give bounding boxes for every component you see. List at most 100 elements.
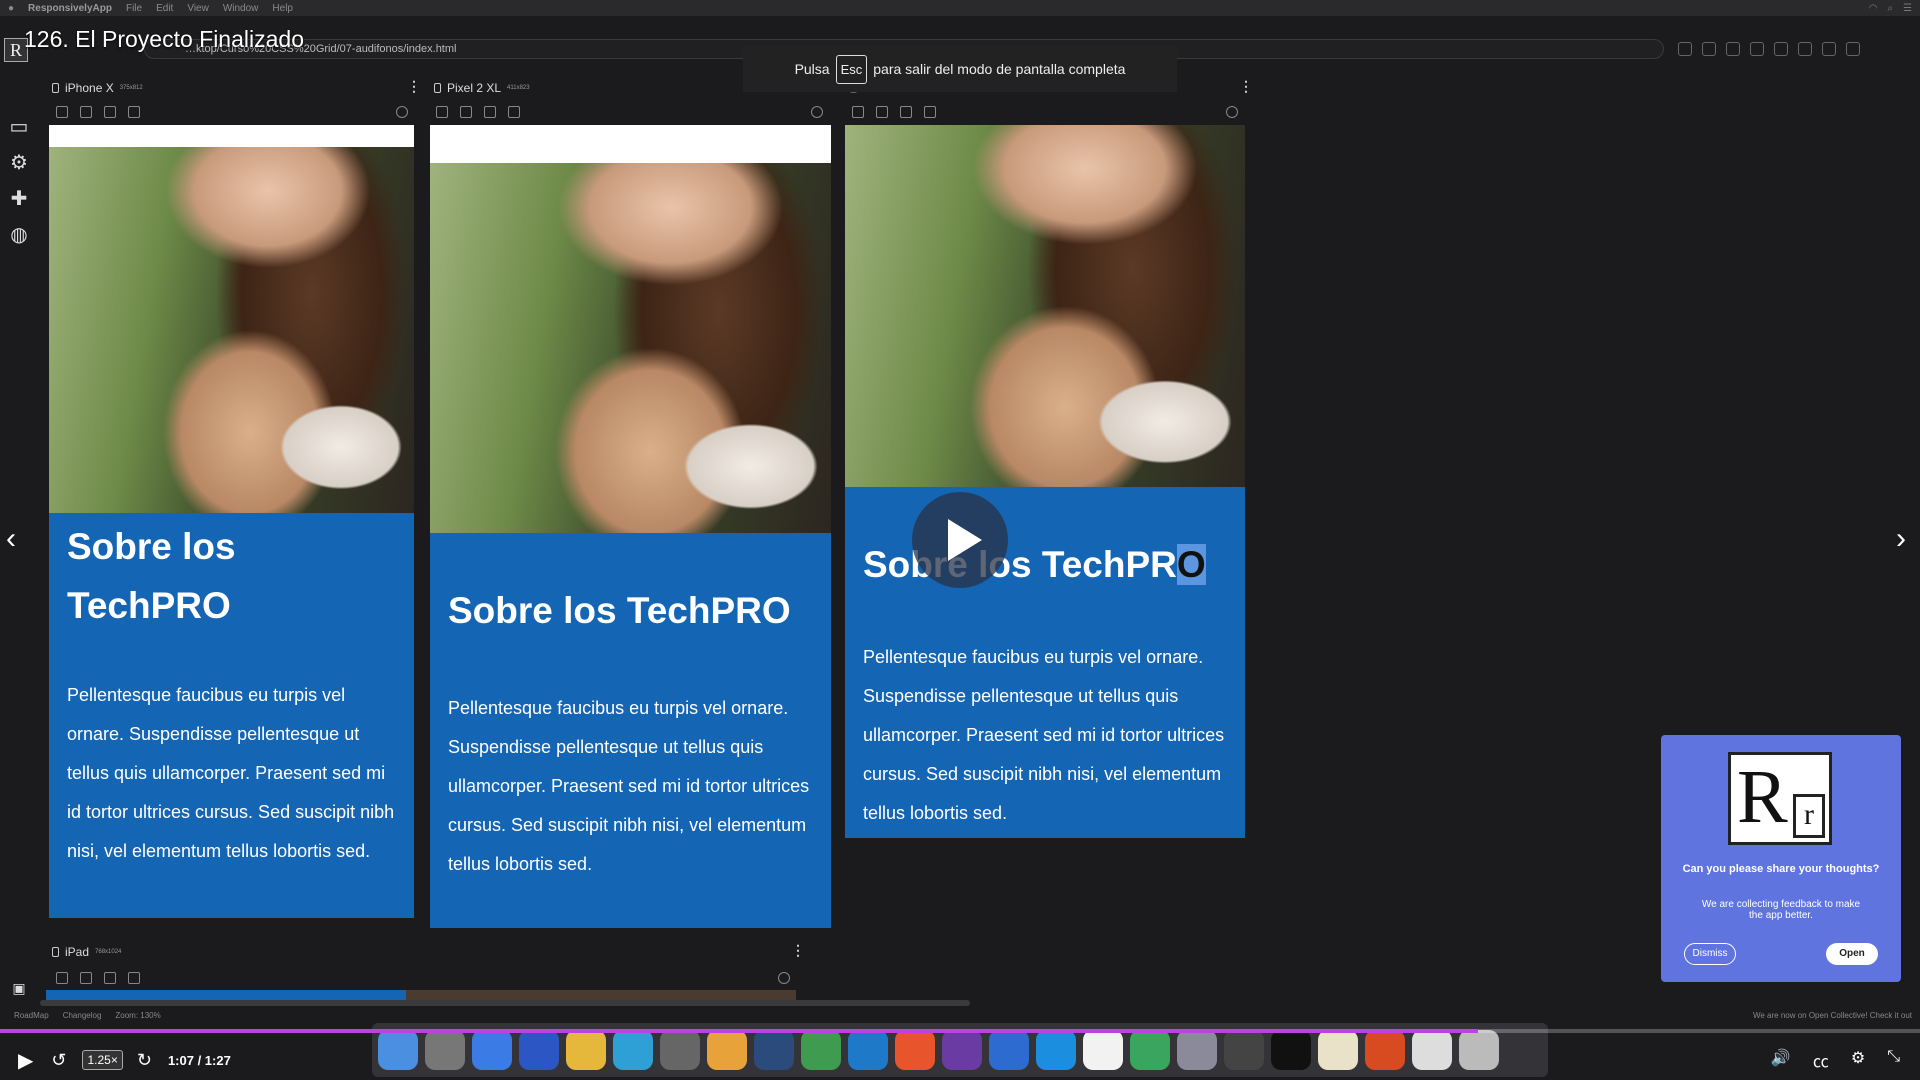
rotate-icon[interactable] (1774, 42, 1788, 56)
menu-view[interactable]: View (187, 3, 209, 14)
device-toolbar (56, 104, 140, 120)
screenshot-icon[interactable] (1702, 42, 1716, 56)
globe-icon[interactable]: ◍ (0, 216, 38, 252)
mac-menu-bar: ● ResponsivelyApp File Edit View Window … (0, 0, 1920, 16)
eyedropper-icon[interactable] (104, 972, 116, 984)
apple-icon[interactable]: ● (8, 3, 14, 14)
zoom-level: Zoom: 130% (115, 1010, 161, 1020)
play-icon[interactable] (912, 492, 1008, 588)
heading-line-2: TechPRO (67, 585, 231, 626)
camera-icon[interactable] (1846, 42, 1860, 56)
page-header (49, 125, 414, 147)
edit-icon[interactable] (924, 106, 936, 118)
feedback-title: Can you please share your thoughts? (1682, 863, 1880, 875)
wifi-icon[interactable]: ◠ (1869, 3, 1878, 14)
play-icon[interactable]: ▶ (18, 1048, 33, 1073)
feedback-card: Rr Can you please share your thoughts? W… (1661, 735, 1901, 982)
screenshot-icon[interactable] (80, 106, 92, 118)
previous-arrow-icon[interactable]: ‹ (6, 522, 16, 556)
menu-window[interactable]: Window (223, 3, 259, 14)
device-toolbar (852, 104, 936, 120)
rotate-icon[interactable] (778, 972, 790, 984)
devices-icon[interactable]: ▭ (0, 108, 38, 144)
screenshot-icon[interactable] (876, 106, 888, 118)
page-body: Pellentesque faucibus eu turpis vel orna… (67, 685, 395, 861)
next-arrow-icon[interactable]: › (1896, 522, 1906, 556)
eyedropper-icon[interactable] (900, 106, 912, 118)
screenshot-icon[interactable] (460, 106, 472, 118)
device-dims: 375x812 (119, 85, 143, 91)
code-icon[interactable] (56, 972, 68, 984)
device-menu-icon[interactable]: ⋮ (1239, 78, 1253, 95)
menu-help[interactable]: Help (272, 3, 293, 14)
text-selection: O (1176, 544, 1206, 585)
gear-icon[interactable]: ⚙ (1851, 1048, 1865, 1072)
feedback-message: We are collecting feedback to make the a… (1701, 899, 1861, 921)
menu-edit[interactable]: Edit (156, 3, 173, 14)
eyedropper-icon[interactable] (484, 106, 496, 118)
code-icon[interactable] (436, 106, 448, 118)
open-collective-notice[interactable]: We are now on Open Collective! Check it … (1753, 1011, 1920, 1020)
playback-speed[interactable]: 1.25× (82, 1050, 123, 1070)
forward-icon[interactable]: ↻ (137, 1050, 152, 1071)
toast-after: para salir del modo de pantalla completa (873, 61, 1126, 77)
screenshot-icon[interactable] (80, 972, 92, 984)
extensions-icon[interactable]: ✚ (0, 180, 38, 216)
open-button[interactable]: Open (1826, 943, 1878, 965)
headphones-photo (49, 147, 414, 513)
device-dims: 411x823 (507, 85, 530, 91)
touch-icon[interactable] (1798, 42, 1812, 56)
heading-text: Sobre los TechPR (863, 544, 1177, 585)
zoom-icon[interactable] (1750, 42, 1764, 56)
tablet-icon (52, 947, 59, 957)
page-heading: Sobre los TechPRO (448, 590, 791, 631)
edit-icon[interactable] (128, 972, 140, 984)
page-body: Pellentesque faucibus eu turpis vel orna… (448, 698, 810, 874)
changelog-link[interactable]: Changelog (63, 1011, 102, 1020)
device-header-ipad: iPad 768x1024 (52, 943, 121, 961)
gift-icon[interactable]: ▣ (0, 970, 38, 1006)
edit-icon[interactable] (128, 106, 140, 118)
eyedropper-icon[interactable] (104, 106, 116, 118)
device-menu-icon[interactable]: ⋮ (407, 78, 421, 95)
bookmark-icon[interactable] (1678, 42, 1692, 56)
left-sidebar: ▭ ⚙ ✚ ◍ (0, 108, 38, 252)
device-dims: 768x1024 (95, 949, 122, 955)
settings-icon[interactable]: ⚙ (0, 144, 38, 180)
replay-icon[interactable]: ↺ (51, 1050, 66, 1071)
captions-icon[interactable]: ㏄ (1813, 1048, 1829, 1072)
roadmap-link[interactable]: RoadMap (14, 1011, 49, 1020)
rotate-icon[interactable] (811, 106, 823, 118)
toast-before: Pulsa (794, 61, 830, 77)
device-name: iPhone X (65, 81, 114, 95)
menu-app-name[interactable]: ResponsivelyApp (28, 3, 112, 14)
device-screen-iphone-x[interactable]: Sobre los TechPRO Pellentesque faucibus … (49, 125, 414, 918)
esc-key: Esc (835, 54, 868, 84)
volume-icon[interactable]: 🔊 (1771, 1048, 1791, 1072)
rotate-icon[interactable] (1226, 106, 1238, 118)
horizontal-scrollbar[interactable] (40, 1000, 970, 1006)
device-header-iphone-x: iPhone X 375x812 (52, 79, 143, 97)
device-screen-pixel-2-xl[interactable]: Sobre los TechPRO Pellentesque faucibus … (430, 125, 831, 928)
exit-fullscreen-icon[interactable]: ⤡ (1887, 1048, 1900, 1072)
inspect-icon[interactable] (1726, 42, 1740, 56)
device-screen-pixel-2[interactable]: Sobre los TechPRO Pellentesque faucibus … (845, 125, 1245, 838)
status-bar: RoadMap Changelog Zoom: 130% We are now … (0, 1008, 1920, 1022)
code-icon[interactable] (56, 106, 68, 118)
control-center-icon[interactable]: ☰ (1903, 3, 1912, 14)
video-controls: ▶ ↺ 1.25× ↻ 1:07 / 1:27 🔊 ㏄ ⚙ ⤡ (0, 1040, 1920, 1080)
mute-icon[interactable] (1822, 42, 1836, 56)
video-progress-bar[interactable] (0, 1029, 1920, 1033)
code-icon[interactable] (852, 106, 864, 118)
headphones-photo (845, 125, 1245, 487)
rotate-icon[interactable] (396, 106, 408, 118)
phone-icon (434, 83, 441, 93)
device-menu-icon[interactable]: ⋮ (791, 942, 805, 959)
edit-icon[interactable] (508, 106, 520, 118)
video-progress-fill (0, 1029, 1479, 1033)
dismiss-button[interactable]: Dismiss (1684, 943, 1736, 965)
search-icon[interactable]: ⌕ (1887, 3, 1893, 14)
menu-file[interactable]: File (126, 3, 142, 14)
device-name: Pixel 2 XL (447, 81, 502, 95)
device-screen-ipad[interactable] (46, 990, 796, 1000)
